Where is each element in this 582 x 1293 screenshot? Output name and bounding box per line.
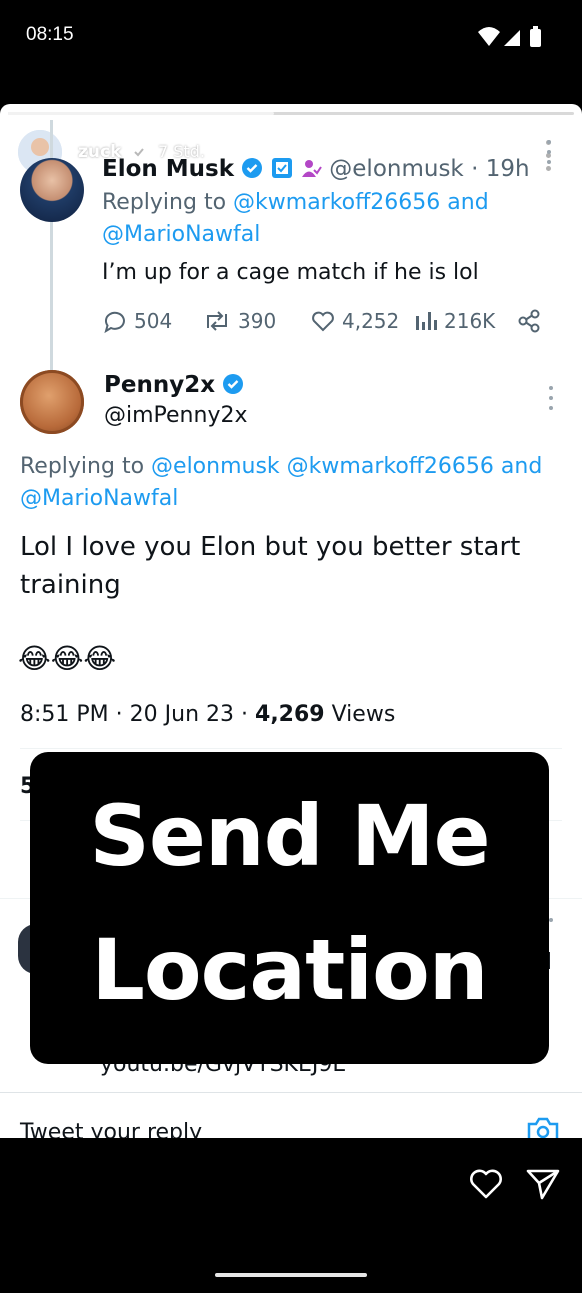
send-message-icon[interactable] [526, 1168, 560, 1200]
tweet-views-count: 4,269 [255, 702, 325, 727]
status-time: 08:15 [26, 24, 74, 45]
main-tweet-header: Penny2x [104, 372, 244, 398]
main-replying-line1: Replying to @elonmusk @kwmarkoff26656 an… [20, 454, 542, 479]
divider [0, 1092, 582, 1093]
replying-prefix: Replying to [20, 454, 145, 479]
main-text-line2: training [20, 570, 121, 600]
like-count: 4,252 [342, 309, 400, 333]
parent-replying-line1: Replying to @kwmarkoff26656 and [102, 190, 489, 215]
tweet-time: 8:51 PM [20, 702, 109, 727]
affiliate-badge-icon [301, 160, 322, 177]
replying-handle-link[interactable]: @kwmarkoff26656 [233, 190, 440, 215]
story-progress-bar [8, 112, 574, 115]
main-replying-line2: @MarioNawfal [20, 486, 178, 511]
parent-replying-line2: @MarioNawfal [102, 222, 260, 247]
main-text-line1: Lol I love you Elon but you better start [20, 532, 521, 562]
main-display-name[interactable]: Penny2x [104, 372, 215, 398]
share-icon [518, 309, 540, 333]
share-button[interactable] [516, 306, 542, 336]
reply-icon [104, 311, 125, 334]
reply-count: 504 [134, 309, 173, 333]
main-handle[interactable]: @imPenny2x [104, 403, 247, 428]
parent-display-name[interactable]: Elon Musk [102, 156, 234, 182]
signal-icon [504, 30, 520, 46]
views-count: 216K [444, 309, 496, 333]
parent-action-bar: 504 390 4,252 216K [102, 306, 552, 336]
battery-icon [530, 29, 541, 47]
parent-more-icon[interactable] [543, 140, 555, 180]
parent-dot-separator: · [471, 156, 479, 182]
main-more-icon[interactable] [545, 386, 557, 426]
parent-tweet-text: I’m up for a cage match if he is lol [102, 260, 479, 285]
replying-and: and [500, 454, 543, 479]
replying-and: and [447, 190, 489, 215]
system-icons [478, 26, 541, 47]
status-bar: 08:15 [0, 0, 582, 72]
retweet-icon [207, 311, 227, 331]
reply-button[interactable]: 504 [102, 306, 172, 336]
home-indicator[interactable] [215, 1273, 367, 1277]
elon-avatar[interactable] [20, 158, 84, 222]
replying-handle-link[interactable]: @elonmusk [151, 454, 280, 479]
replying-handle-link[interactable]: @kwmarkoff26656 [287, 454, 494, 479]
replying-prefix: Replying to [102, 190, 227, 215]
retweet-count: 390 [238, 309, 277, 333]
heart-icon [312, 311, 334, 332]
story-bottom-bar [0, 1138, 582, 1293]
main-emojis: 😂😂😂 [18, 642, 117, 675]
main-timestamp-row: 8:51 PM · 20 Jun 23 · 4,269 Views [20, 702, 396, 727]
like-heart-icon[interactable] [468, 1168, 504, 1200]
parent-tweet-header: Elon Musk @elonmusk · 19h [102, 156, 530, 182]
penny-avatar[interactable] [20, 370, 84, 434]
views-chart-icon [416, 312, 437, 330]
replying-handle-link[interactable]: @MarioNawfal [102, 222, 260, 247]
parent-handle[interactable]: @elonmusk [329, 156, 463, 182]
retweet-button[interactable]: 390 [202, 306, 276, 336]
story-text-overlay: Send Me Location [30, 752, 549, 1064]
like-button[interactable]: 4,252 [310, 306, 399, 336]
views-button[interactable]: 216K [414, 306, 495, 336]
government-badge-icon [271, 158, 292, 178]
verified-badge-icon [223, 374, 244, 394]
overlay-line-1: Send Me [89, 787, 490, 885]
parent-age: 19h [485, 156, 530, 182]
divider [20, 748, 562, 749]
story-progress-fill [8, 112, 275, 115]
overlay-line-2: Location [91, 921, 488, 1019]
tweet-views-label: Views [331, 702, 396, 727]
verified-badge-icon [242, 158, 263, 178]
replying-handle-link[interactable]: @MarioNawfal [20, 486, 178, 511]
tweet-date: 20 Jun 23 [129, 702, 235, 727]
wifi-icon [478, 27, 500, 46]
